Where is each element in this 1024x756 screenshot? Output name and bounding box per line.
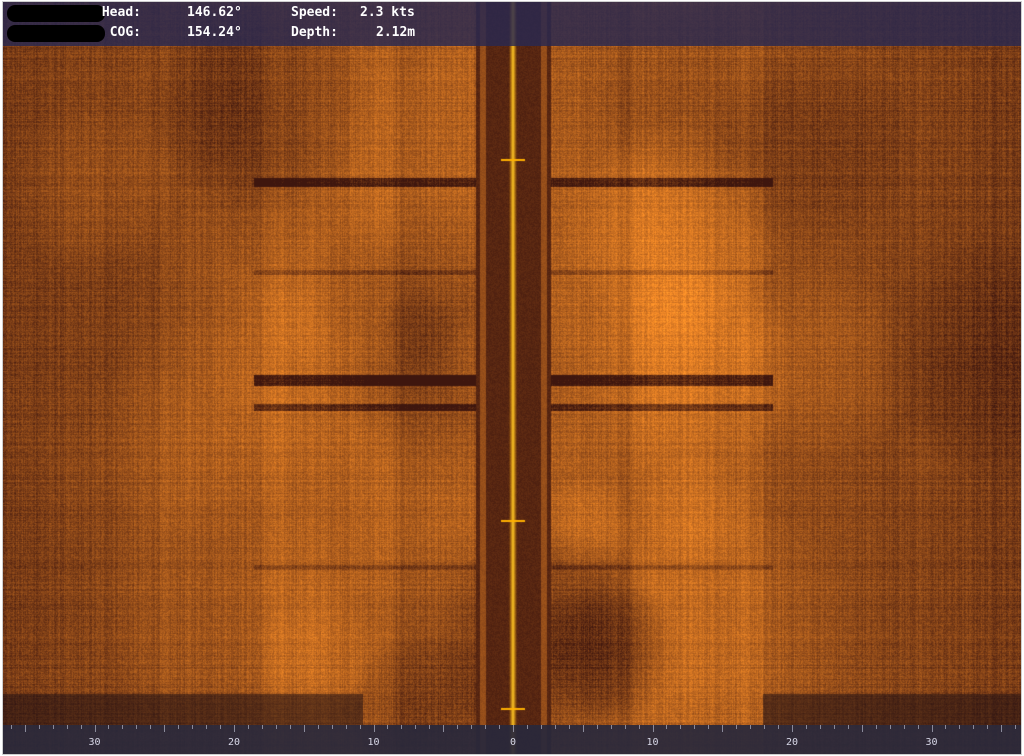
scale-tick xyxy=(24,725,26,732)
scale-tick xyxy=(861,725,863,732)
scale-tick xyxy=(917,725,919,729)
scale-tick xyxy=(38,725,40,729)
scale-tick xyxy=(443,725,445,732)
scale-label: 30 xyxy=(925,737,938,748)
speed-value: 2.3 kts xyxy=(360,5,415,20)
scale-tick xyxy=(610,725,612,729)
scale-tick xyxy=(289,725,291,729)
scale-tick xyxy=(875,725,877,729)
scale-tick xyxy=(1001,725,1003,732)
scale-label: 20 xyxy=(227,737,241,748)
scale-tick xyxy=(973,725,975,729)
scale-tick xyxy=(652,725,654,732)
scale-tick xyxy=(178,725,180,729)
scale-tick xyxy=(582,725,584,732)
speed-label: Speed: xyxy=(291,5,338,20)
scale-tick xyxy=(708,725,710,729)
scale-tick xyxy=(722,725,724,732)
scale-tick xyxy=(94,725,96,732)
scale-tick xyxy=(889,725,891,729)
scale-tick xyxy=(750,725,752,729)
scale-tick xyxy=(638,725,640,729)
scale-tick xyxy=(345,725,347,729)
scale-tick xyxy=(778,725,780,729)
scale-tick xyxy=(833,725,835,729)
scale-tick xyxy=(819,725,821,729)
scale-label: 20 xyxy=(785,737,799,748)
side-scan-sonar-image[interactable] xyxy=(3,2,1021,754)
scale-label: 10 xyxy=(646,737,659,748)
scale-tick xyxy=(485,725,487,729)
cog-value: 154.24° xyxy=(187,25,242,40)
scale-tick xyxy=(136,725,138,729)
scale-label: 0 xyxy=(509,737,517,748)
scale-tick xyxy=(261,725,263,729)
scale-tick xyxy=(694,725,696,729)
scale-tick xyxy=(959,725,961,729)
scale-tick xyxy=(401,725,403,729)
scale-tick xyxy=(931,725,933,732)
scale-tick xyxy=(499,725,501,729)
scale-tick xyxy=(568,725,570,729)
scale-tick xyxy=(66,725,68,729)
scale-tick xyxy=(387,725,389,729)
scale-tick xyxy=(373,725,375,732)
scale-tick xyxy=(624,725,626,729)
scale-tick xyxy=(847,725,849,729)
scale-tick xyxy=(1015,725,1017,729)
scale-tick xyxy=(275,725,277,729)
scale-tick xyxy=(526,725,528,729)
sonar-viewer[interactable]: Head: 146.62° COG: 154.24° Speed: 2.3 kt… xyxy=(2,1,1022,755)
scale-tick xyxy=(220,725,222,729)
scale-tick xyxy=(987,725,989,729)
scale-tick xyxy=(792,725,793,732)
cog-label: COG: xyxy=(109,25,141,40)
scale-tick xyxy=(359,725,361,729)
scale-tick xyxy=(234,725,235,732)
scale-tick xyxy=(945,725,947,729)
scale-tick xyxy=(736,725,738,729)
scale-tick xyxy=(666,725,668,729)
heading-value: 146.62° xyxy=(187,5,242,20)
scale-tick xyxy=(805,725,807,729)
scale-label: 30 xyxy=(88,737,101,748)
scale-tick xyxy=(680,725,682,729)
scale-tick xyxy=(52,725,54,729)
depth-value: 2.12m xyxy=(376,25,416,40)
scale-tick xyxy=(206,725,208,729)
scale-tick xyxy=(150,725,152,729)
depth-label: Depth: xyxy=(291,25,338,40)
scale-tick xyxy=(10,725,12,729)
scale-tick xyxy=(317,725,319,729)
scale-tick xyxy=(903,725,905,729)
scale-tick xyxy=(429,725,431,729)
scale-label: 10 xyxy=(367,737,380,748)
scale-tick xyxy=(554,725,556,729)
scale-tick xyxy=(764,725,766,729)
scale-tick xyxy=(513,725,514,732)
scale-tick xyxy=(415,725,417,729)
scale-tick xyxy=(303,725,305,732)
heading-label: Head: xyxy=(101,5,141,20)
scale-tick xyxy=(540,725,542,729)
scale-tick xyxy=(331,725,333,729)
scale-tick xyxy=(80,725,82,729)
scale-tick xyxy=(192,725,194,729)
scale-tick xyxy=(108,725,110,729)
scale-tick xyxy=(457,725,459,729)
scale-tick xyxy=(596,725,598,729)
telemetry-bar: Head: 146.62° COG: 154.24° Speed: 2.3 kt… xyxy=(3,2,1021,46)
scale-tick xyxy=(247,725,249,729)
scale-tick xyxy=(122,725,124,729)
scale-tick xyxy=(164,725,166,732)
scale-tick xyxy=(471,725,473,729)
range-scale: 30 20 10 0 10 20 30 xyxy=(3,725,1021,754)
